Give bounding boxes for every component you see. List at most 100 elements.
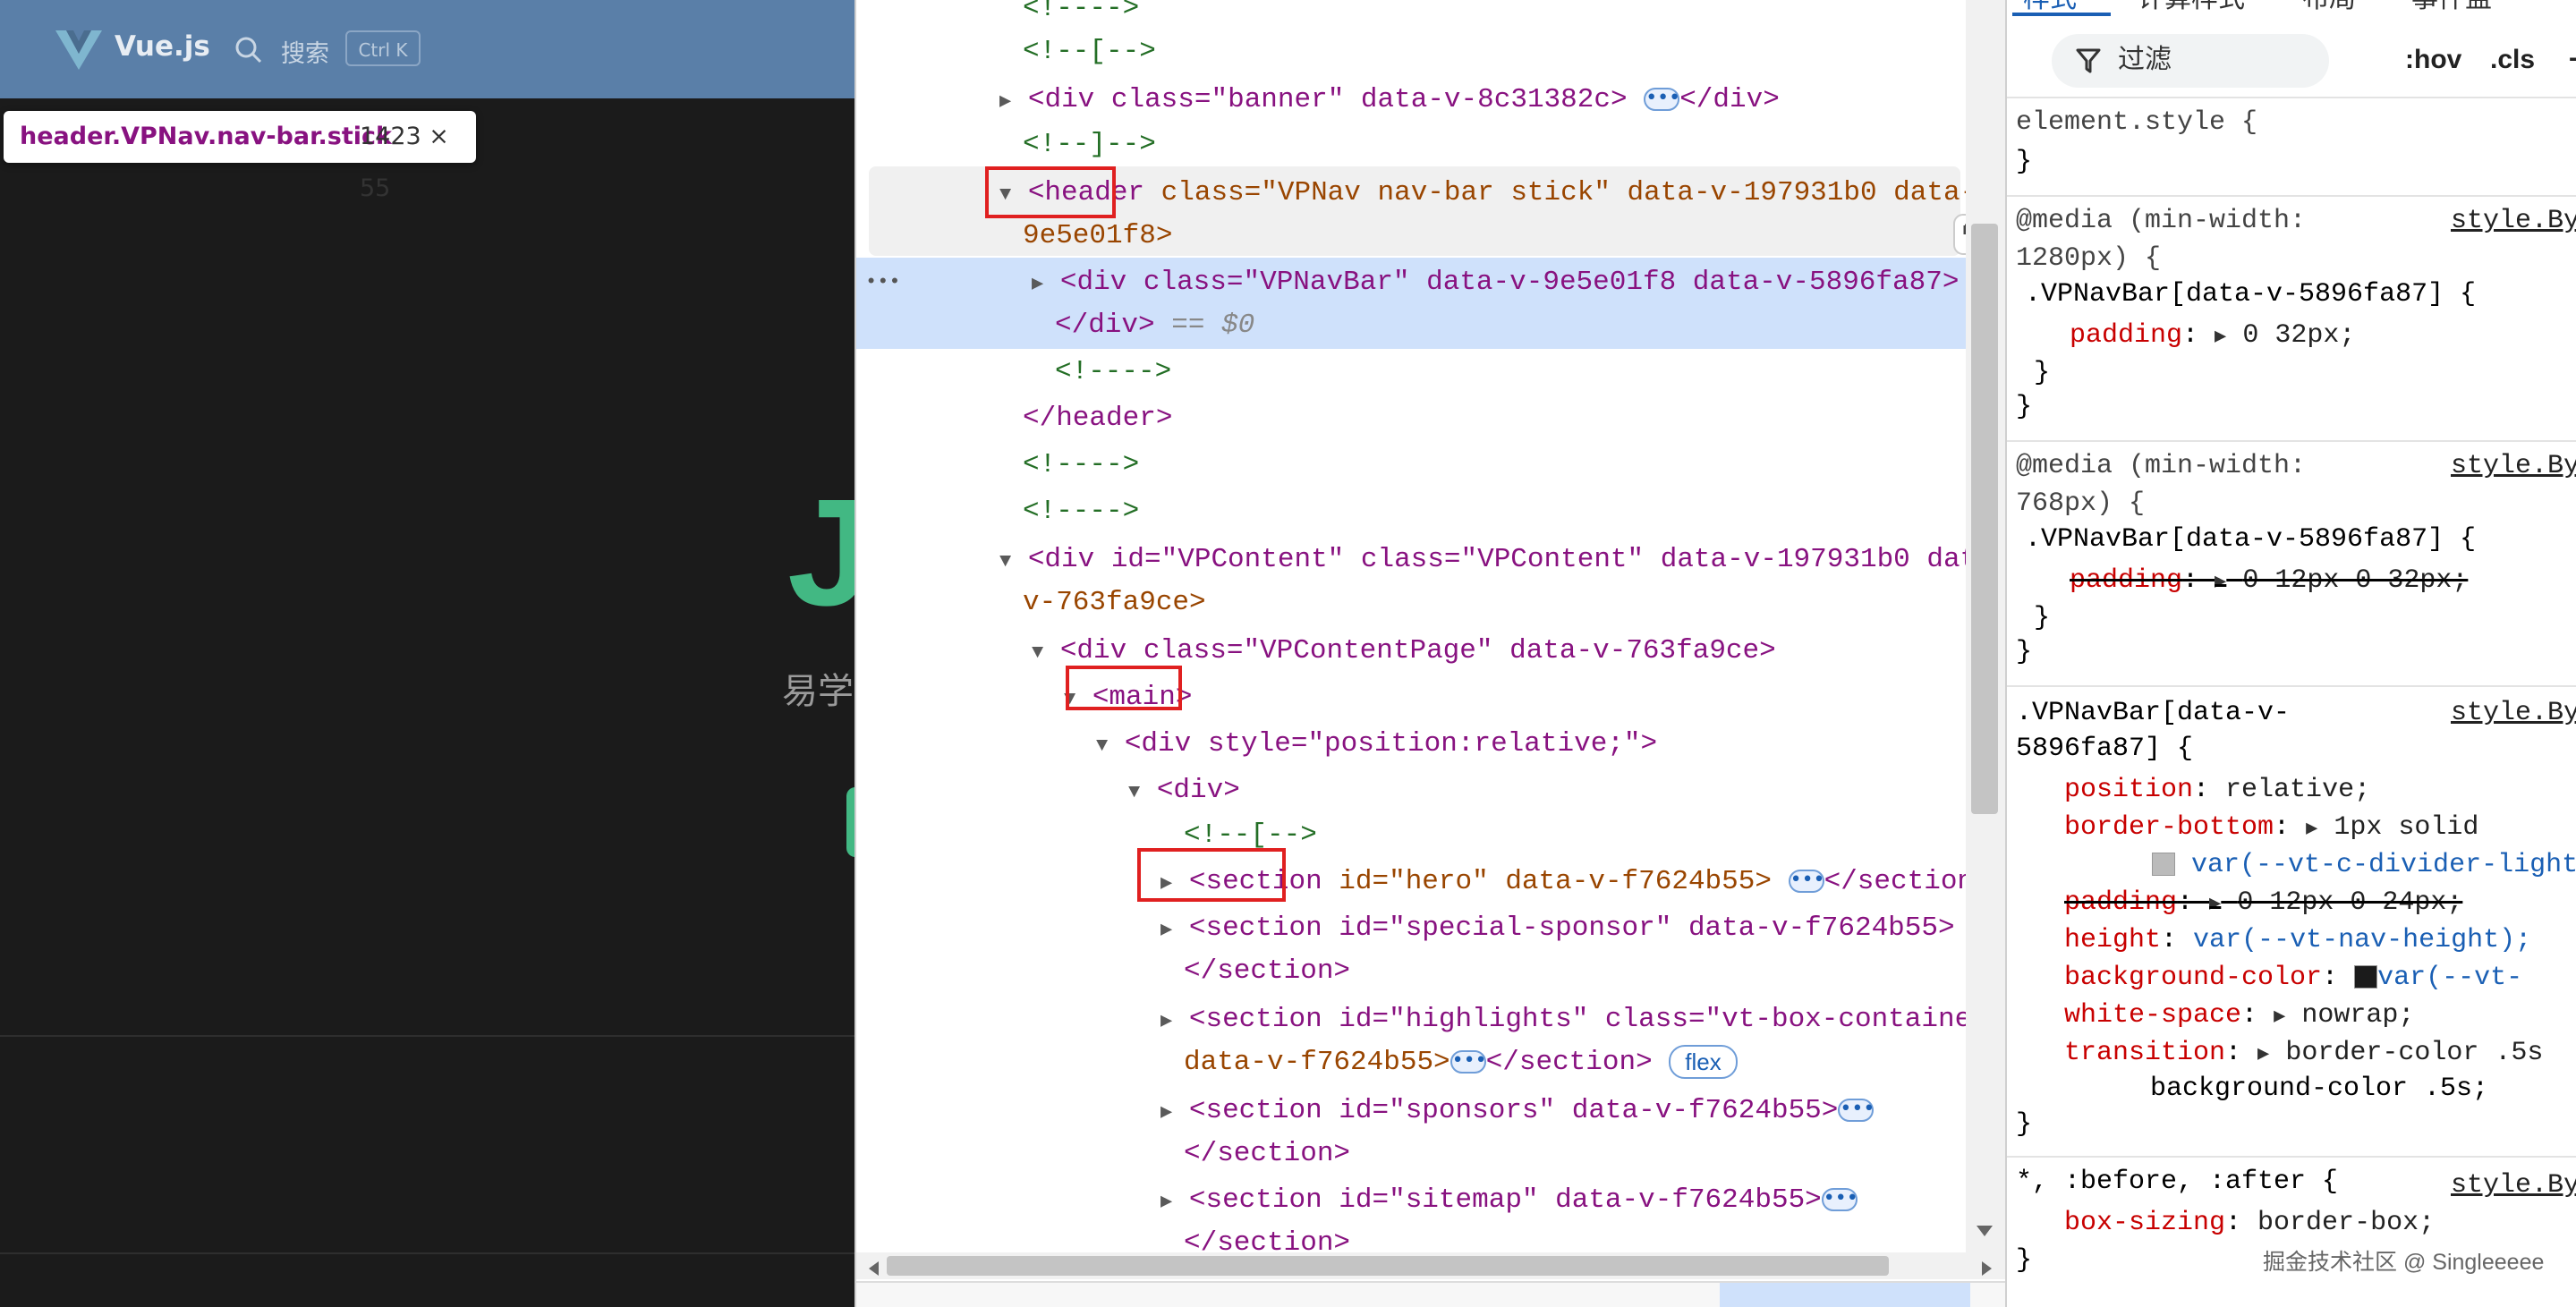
dom-node[interactable]: <!----> (1023, 0, 1139, 30)
stylesheet-link[interactable]: style.By (2451, 447, 2576, 485)
cls-toggle[interactable]: .cls (2490, 41, 2535, 79)
breadcrumb-selected-item[interactable] (1720, 1283, 1970, 1307)
hov-toggle[interactable]: :hov (2405, 41, 2461, 79)
expand-triangle-icon[interactable]: ▶ (999, 90, 1011, 113)
dom-node-section-close[interactable]: </section> (1184, 950, 1350, 993)
inspect-tooltip: header.VPNav.nav-bar.stick 1423 × 55 (4, 111, 476, 202)
rule-close-brace: } (2016, 1245, 2033, 1276)
css-declaration-overridden[interactable]: padding: ▶ 0 12px 0 24px; (2064, 884, 2462, 923)
dom-node-banner[interactable]: ▶ <div class="banner" data-v-8c31382c> •… (999, 79, 1780, 122)
styles-filter-input[interactable]: 过滤 (2052, 34, 2329, 88)
stylesheet-link[interactable]: style.By (2451, 694, 2576, 732)
dom-node[interactable]: <!--[--> (1023, 30, 1156, 73)
color-swatch[interactable] (2354, 965, 2378, 989)
breadcrumb[interactable] (856, 1281, 2005, 1307)
vertical-scrollbar[interactable] (1966, 0, 2005, 1252)
dom-node-header[interactable]: ▼ <header class="VPNav nav-bar stick" da… (999, 172, 2005, 215)
expand-triangle-icon[interactable]: ▶ (1160, 1191, 1172, 1213)
rule-selector[interactable]: .VPNavBar[data-v-5896fa87] { (2025, 276, 2476, 313)
hero-title-partial: J (787, 468, 854, 638)
css-declaration[interactable]: background-color: var(--vt- (2064, 959, 2522, 997)
dom-node-vpnavbar-close[interactable]: </div> == $0 (1055, 304, 1254, 347)
styles-panel[interactable]: 样式 计算样式 布局 事件监 过滤 :hov .cls + element.st… (2005, 0, 2576, 1307)
css-declaration[interactable]: transition: ▶ border-color .5s (2064, 1034, 2543, 1074)
new-rule-button[interactable]: + (2567, 41, 2576, 79)
horizontal-scrollbar-thumb[interactable] (887, 1256, 1889, 1276)
dom-node-div[interactable]: ▼ <div> (1128, 769, 1240, 812)
rule-close-brace: } (2016, 147, 2033, 177)
css-declaration[interactable]: border-bottom: ▶ 1px solid (2064, 809, 2478, 848)
collapse-triangle-icon[interactable]: ▼ (999, 550, 1011, 573)
search-icon[interactable] (233, 34, 265, 66)
collapse-triangle-icon[interactable]: ▼ (1032, 641, 1043, 664)
dom-node-section-sitemap[interactable]: ▶ <section id="sitemap" data-v-f7624b55>… (1160, 1179, 1858, 1222)
dom-node-vpcontent[interactable]: ▼ <div id="VPContent" class="VPContent" … (999, 539, 2005, 581)
dom-node[interactable]: <!----> (1055, 351, 1171, 394)
expand-triangle-icon[interactable]: ▶ (1032, 273, 1043, 295)
dom-node-section-close[interactable]: </section> (1184, 1133, 1350, 1175)
css-declaration[interactable]: height: var(--vt-nav-height); (2064, 921, 2531, 959)
dom-node-section-highlights[interactable]: ▶ <section id="highlights" class="vt-box… (1160, 998, 2004, 1041)
expand-triangle-icon[interactable]: ▶ (1160, 1101, 1172, 1124)
divider (2007, 1156, 2576, 1158)
dom-node-vpcontent-cont[interactable]: v-763fa9ce> (1023, 581, 1206, 624)
dom-node[interactable]: <!----> (1023, 490, 1139, 533)
elements-panel[interactable]: <!----> <!--[--> ▶ <div class="banner" d… (854, 0, 2005, 1307)
dom-node-vpnavbar[interactable]: ▶ <div class="VPNavBar" data-v-9e5e01f8 … (1032, 261, 2005, 304)
ellipsis-button[interactable]: ••• (1644, 87, 1680, 111)
hero-button-partial[interactable] (846, 787, 854, 857)
stylesheet-link[interactable]: style.By (2451, 1167, 2576, 1204)
css-declaration-cont[interactable]: background-color .5s; (2150, 1070, 2488, 1108)
stylesheet-link[interactable]: style.By (2451, 202, 2576, 240)
brand-name[interactable]: Vue.js (115, 30, 210, 63)
ellipsis-button[interactable]: ••• (1788, 869, 1825, 893)
css-declaration[interactable]: white-space: ▶ nowrap; (2064, 997, 2414, 1036)
dom-node-section-highlights-cont[interactable]: data-v-f7624b55>•••</section> flex (1184, 1041, 1738, 1084)
collapse-triangle-icon[interactable]: ▼ (1096, 734, 1108, 757)
css-declaration[interactable]: box-sizing: border-box; (2064, 1204, 2435, 1242)
expand-triangle-icon[interactable]: ▶ (1160, 1010, 1172, 1032)
ellipsis-button[interactable]: ••• (1838, 1098, 1875, 1122)
rule-selector[interactable]: .VPNavBar[data-v- (2016, 694, 2290, 732)
vue-logo-icon[interactable] (55, 27, 102, 72)
color-swatch[interactable] (2152, 853, 2175, 877)
node-actions-icon[interactable]: ••• (865, 261, 901, 304)
scroll-right-arrow-icon[interactable] (1982, 1261, 1992, 1276)
tab-layout[interactable]: 布局 (2302, 0, 2356, 18)
dom-node[interactable]: <!--]--> (1023, 123, 1156, 166)
hero-subtitle-partial: 易学 (782, 671, 854, 712)
dom-node-relative-div[interactable]: ▼ <div style="position:relative;"> (1096, 723, 1657, 766)
css-declaration-overridden[interactable]: padding: ▶ 0 12px 0 32px; (2070, 562, 2468, 601)
flex-badge[interactable]: flex (1669, 1044, 1738, 1079)
css-declaration-cont[interactable]: var(--vt-c-divider-light (2152, 846, 2576, 884)
tab-event-listeners[interactable]: 事件监 (2411, 0, 2492, 18)
dom-node[interactable]: <!----> (1023, 444, 1139, 487)
dom-node-header-cont[interactable]: 9e5e01f8> (1023, 215, 1172, 258)
dom-node-section-sponsors[interactable]: ▶ <section id="sponsors" data-v-f7624b55… (1160, 1090, 1875, 1133)
ellipsis-button[interactable]: ••• (1450, 1049, 1487, 1074)
rule-selector[interactable]: *, :before, :after { (2016, 1163, 2338, 1201)
divider (2007, 685, 2576, 687)
expand-triangle-icon[interactable]: ▶ (1160, 919, 1172, 941)
css-declaration[interactable]: position: relative; (2064, 771, 2370, 809)
divider (2007, 440, 2576, 442)
element-style-rule[interactable]: element.style { (2016, 104, 2257, 141)
tooltip-size: 1423 × 55 (360, 123, 449, 202)
css-declaration[interactable]: padding: ▶ 0 32px; (2070, 317, 2355, 356)
tab-computed[interactable]: 计算样式 (2138, 0, 2245, 18)
dom-node-section-special-sponsor[interactable]: ▶ <section id="special-sponsor" data-v-f… (1160, 907, 2005, 950)
ellipsis-button[interactable]: ••• (1821, 1187, 1858, 1211)
rule-selector[interactable]: .VPNavBar[data-v-5896fa87] { (2025, 521, 2476, 558)
styles-tab-bar[interactable]: 样式 计算样式 布局 事件监 (2007, 0, 2576, 18)
rule-selector-cont[interactable]: 5896fa87] { (2016, 730, 2193, 768)
vertical-scrollbar-thumb[interactable] (1971, 224, 1998, 814)
scroll-left-arrow-icon[interactable] (869, 1261, 879, 1276)
annotation-box-main (1066, 666, 1182, 710)
collapse-triangle-icon[interactable]: ▼ (1128, 781, 1140, 803)
dom-node-header-close[interactable]: </header> (1023, 397, 1172, 440)
horizontal-scrollbar[interactable] (856, 1252, 2005, 1279)
divider (2007, 97, 2576, 98)
search-label[interactable]: 搜索 (281, 34, 329, 69)
scroll-down-arrow-icon[interactable] (1977, 1226, 1993, 1236)
rule-close-brace: } (2016, 392, 2033, 422)
